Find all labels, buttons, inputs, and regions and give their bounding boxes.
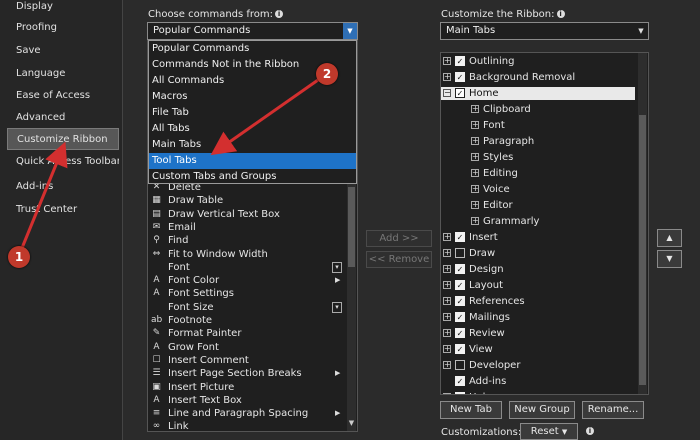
annotation-arrow-2 bbox=[210, 78, 319, 156]
annotation-overlay bbox=[20, 78, 319, 249]
annotation-badge-1: 1 bbox=[8, 246, 30, 268]
annotation-arrow-1 bbox=[20, 141, 68, 249]
annotation-badge-2: 2 bbox=[316, 63, 338, 85]
